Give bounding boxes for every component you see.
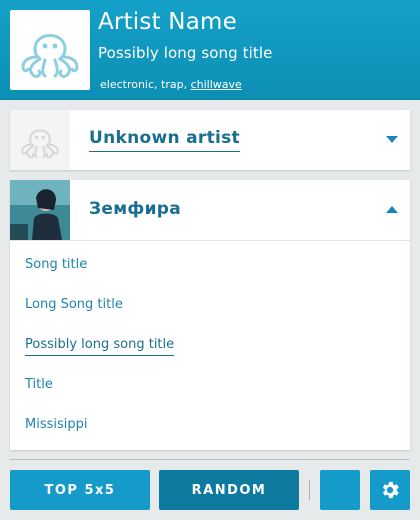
card-divider [10,240,410,241]
artist-card-expanded: Земфира Song title Long Song title Possi… [10,180,410,450]
octopus-icon [21,129,59,159]
song-item[interactable]: Missisippi [25,417,174,457]
artist-name-zemfira[interactable]: Земфира [89,199,181,219]
chevron-up-icon[interactable] [386,206,398,213]
song-item-label[interactable]: Song title [25,257,87,275]
tag-list: electronic, trap, chillwave [100,78,242,91]
song-item-label[interactable]: Possibly long song title [25,337,175,356]
footer-divider [10,459,410,460]
chevron-down-icon[interactable] [386,136,398,143]
top-5x5-button[interactable]: TOP 5x5 [10,470,150,510]
now-playing-header: Artist Name Possibly long song title ele… [0,0,420,100]
tag-trap[interactable]: trap [161,78,184,91]
artist-photo-image [10,180,70,240]
artist-name: Artist Name [98,9,237,35]
song-title: Possibly long song title [98,44,273,62]
song-item-label[interactable]: Missisippi [25,417,88,435]
song-item[interactable]: Song title [25,257,174,297]
song-item-active[interactable]: Possibly long song title [25,337,175,377]
song-item-label[interactable]: Long Song title [25,297,123,315]
song-item-label[interactable]: Title [25,377,53,395]
tag-electronic[interactable]: electronic [100,78,154,91]
artist-card-collapsed[interactable]: Unknown artist [10,110,410,170]
random-button[interactable]: RANDOM [159,470,299,510]
button-separator [309,480,310,500]
gear-icon [382,481,399,499]
song-list: Song title Long Song title Possibly long… [25,257,175,457]
artist-name-unknown[interactable]: Unknown artist [89,128,240,152]
tag-chillwave[interactable]: chillwave [191,78,242,91]
settings-button[interactable] [370,470,410,510]
tag-separator: , [183,78,191,91]
artist-thumb [10,110,70,170]
tag-separator: , [154,78,162,91]
octopus-icon [21,34,79,78]
blank-square-button[interactable] [320,470,360,510]
artist-avatar [10,10,90,90]
song-item[interactable]: Title [25,377,174,417]
artist-photo [10,180,70,240]
song-item[interactable]: Long Song title [25,297,174,337]
